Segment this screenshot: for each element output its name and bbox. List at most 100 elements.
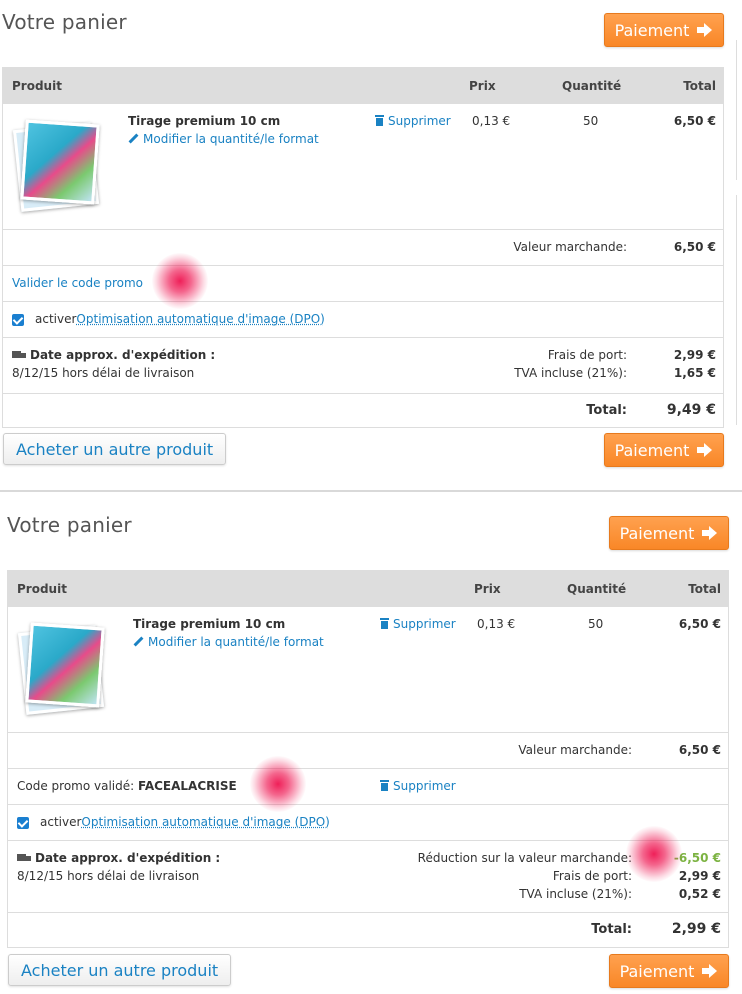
shipping-date: 8/12/15 hors délai de livraison (12, 366, 195, 380)
shipping-title: Date approx. d'expédition : (17, 851, 220, 865)
dpo-row: activerOptimisation automatique d'image … (3, 301, 723, 337)
payment-button-label: Paiement (614, 20, 690, 40)
product-thumbnail[interactable] (17, 621, 108, 717)
payment-button[interactable]: Paiement (609, 954, 729, 988)
cart-panel-before: Votre panier Paiement Produit Prix Quant… (0, 0, 742, 480)
tva-label: TVA incluse (21%): (519, 887, 632, 901)
remove-item-label: Supprimer (388, 114, 451, 128)
arrow-right-icon (697, 443, 713, 457)
click-marker (626, 826, 682, 882)
cart-table: Produit Prix Quantité Total Tirage premi… (7, 570, 729, 948)
remove-item-link[interactable]: Supprimer (375, 114, 451, 128)
total-label: Total: (586, 403, 627, 418)
remove-promo-label: Supprimer (393, 779, 456, 793)
header-total: Total (683, 79, 716, 93)
dpo-link[interactable]: Optimisation automatique d'image (DPO) (76, 312, 324, 326)
dpo-checkbox[interactable] (17, 817, 29, 829)
remove-promo-link[interactable]: Supprimer (380, 779, 456, 793)
payment-button-label: Paiement (614, 440, 690, 460)
payment-button[interactable]: Paiement (609, 516, 729, 550)
shipping-cost-value: 2,99 € (678, 869, 721, 883)
trash-icon (380, 618, 389, 629)
arrow-right-icon (702, 526, 718, 540)
validate-promo-link[interactable]: Valider le code promo (12, 276, 143, 290)
table-row: Tirage premium 10 cm Modifier la quantit… (8, 607, 728, 732)
modify-quantity-link[interactable]: Modifier la quantité/le format (128, 132, 319, 146)
product-name: Tirage premium 10 cm (133, 617, 286, 631)
buy-another-product-button[interactable]: Acheter un autre produit (3, 433, 227, 465)
header-quantity: Quantité (567, 582, 627, 596)
payment-button[interactable]: Paiement (604, 13, 724, 47)
dpo-link[interactable]: Optimisation automatique d'image (DPO) (81, 815, 329, 829)
item-quantity: 50 (588, 617, 604, 631)
item-price: 0,13 € (472, 114, 511, 128)
shipping-cost-label: Frais de port: (547, 348, 627, 362)
divider (0, 490, 742, 492)
total-row: Total: 2,99 € (8, 912, 728, 948)
trash-icon (375, 115, 384, 126)
trash-icon (380, 780, 389, 791)
modify-quantity-link[interactable]: Modifier la quantité/le format (133, 635, 324, 649)
pencil-icon (128, 133, 139, 144)
header-total: Total (688, 582, 721, 596)
shipping-row: Date approx. d'expédition : 8/12/15 hors… (3, 337, 723, 393)
merchandise-value: 6,50 € (673, 240, 716, 254)
product-thumbnail[interactable] (12, 118, 103, 214)
arrow-right-icon (702, 964, 718, 978)
pencil-icon (133, 636, 144, 647)
cart-table: Produit Prix Quantité Total Tirage premi… (2, 67, 724, 428)
arrow-right-icon (697, 23, 713, 37)
promo-code: FACEALACRISE (138, 779, 237, 793)
table-header: Produit Prix Quantité Total (8, 571, 728, 607)
dpo-checkbox[interactable] (12, 314, 24, 326)
promo-row: Code promo validé: FACEALACRISE Supprime… (8, 768, 728, 804)
remove-item-link[interactable]: Supprimer (380, 617, 456, 631)
table-row: Tirage premium 10 cm Modifier la quantit… (3, 104, 723, 229)
click-marker (250, 756, 306, 812)
payment-button-label: Paiement (619, 961, 695, 981)
shipping-date: 8/12/15 hors délai de livraison (17, 869, 200, 883)
item-total: 6,50 € (673, 114, 716, 128)
shipping-title: Date approx. d'expédition : (12, 348, 215, 362)
truck-icon (12, 351, 26, 359)
modify-quantity-label: Modifier la quantité/le format (148, 635, 324, 649)
page-title: Votre panier (2, 10, 127, 34)
truck-icon (17, 854, 31, 862)
item-price: 0,13 € (477, 617, 516, 631)
remove-item-label: Supprimer (393, 617, 456, 631)
promo-validated: Code promo validé: FACEALACRISE (17, 779, 237, 793)
merchandise-value: 6,50 € (678, 743, 721, 757)
product-name: Tirage premium 10 cm (128, 114, 281, 128)
discount-label: Réduction sur la valeur marchande: (417, 851, 632, 865)
dpo-prefix: activer (35, 312, 77, 326)
merchandise-label: Valeur marchande: (518, 743, 632, 757)
scrollbar-track[interactable] (736, 195, 742, 425)
merchandise-label: Valeur marchande: (513, 240, 627, 254)
merchandise-row: Valeur marchande: 6,50 € (8, 732, 728, 768)
tva-value: 0,52 € (678, 887, 721, 901)
total-value: 2,99 € (671, 921, 721, 937)
cart-panel-after: Votre panier Paiement Produit Prix Quant… (0, 495, 742, 994)
payment-button-label: Paiement (619, 523, 695, 543)
click-marker (152, 253, 208, 309)
buy-another-product-button[interactable]: Acheter un autre produit (8, 954, 232, 986)
scrollbar-track[interactable] (736, 40, 742, 180)
shipping-cost-value: 2,99 € (673, 348, 716, 362)
promo-label: Code promo validé: (17, 779, 135, 793)
merchandise-row: Valeur marchande: 6,50 € (3, 229, 723, 265)
tva-value: 1,65 € (673, 366, 716, 380)
shipping-cost-label: Frais de port: (552, 869, 632, 883)
total-row: Total: 9,49 € (3, 393, 723, 429)
promo-row: Valider le code promo (3, 265, 723, 301)
header-product: Produit (17, 582, 67, 596)
payment-button[interactable]: Paiement (604, 433, 724, 467)
tva-label: TVA incluse (21%): (514, 366, 627, 380)
shipping-row: Date approx. d'expédition : 8/12/15 hors… (8, 840, 728, 912)
dpo-row: activerOptimisation automatique d'image … (8, 804, 728, 840)
header-quantity: Quantité (562, 79, 622, 93)
table-header: Produit Prix Quantité Total (3, 68, 723, 104)
header-price: Prix (469, 79, 496, 93)
header-price: Prix (474, 582, 501, 596)
item-quantity: 50 (583, 114, 599, 128)
item-total: 6,50 € (678, 617, 721, 631)
